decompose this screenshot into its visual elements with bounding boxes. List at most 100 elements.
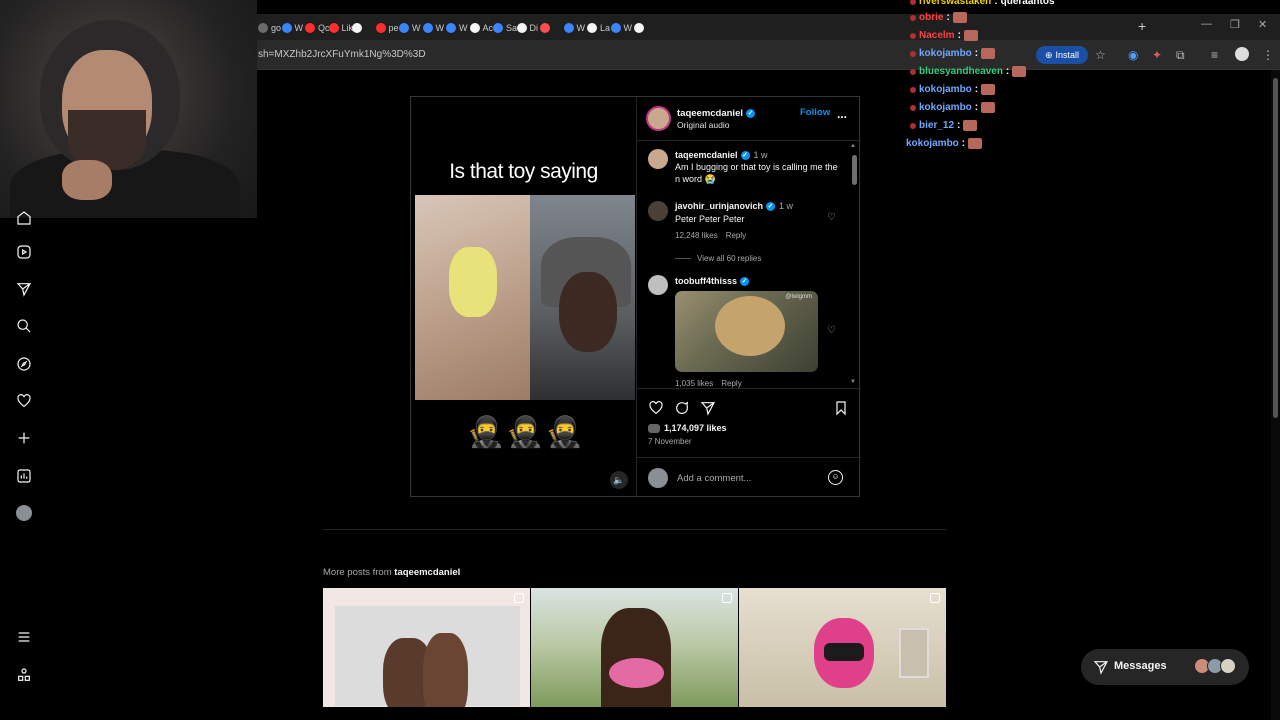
home-icon-partial[interactable]	[16, 210, 32, 226]
extension-red-icon[interactable]: ✦	[1152, 48, 1162, 62]
chat-badge-icon	[910, 0, 916, 5]
reel-video[interactable]: Is that toy saying 🥷🥷🥷 🔈	[411, 97, 636, 496]
browser-tab[interactable]: Lik	[328, 17, 353, 39]
page-scrollbar[interactable]	[1271, 70, 1280, 720]
chat-emote-icon	[981, 84, 996, 95]
tab-label: pe	[388, 23, 399, 33]
tab-favicon-icon	[540, 23, 550, 33]
like-heart-icon[interactable]	[648, 400, 664, 416]
scroll-thumb[interactable]	[852, 155, 857, 185]
browser-tab[interactable]: W	[399, 17, 421, 39]
view-replies-button[interactable]: View all 60 replies	[675, 254, 761, 263]
author-avatar[interactable]	[646, 106, 671, 131]
menu-icon[interactable]	[16, 629, 32, 645]
more-posts-author[interactable]: taqeemcdaniel	[394, 567, 460, 578]
browser-tab[interactable]: Qc	[305, 17, 330, 39]
comments-list[interactable]: taqeemcdaniel ✓ 1 w Am I bugging or that t…	[637, 142, 861, 389]
messages-button[interactable]: Messages	[1081, 649, 1249, 685]
extensions-puzzle-icon[interactable]: ⧉	[1176, 48, 1185, 63]
chat-emote-icon	[968, 138, 983, 149]
address-bar-url[interactable]: sh=MXZhb2JrcXFuYmk1Ng%3D%3D	[258, 49, 426, 60]
browser-tab[interactable]: W	[422, 17, 444, 39]
more-post-thumbnail[interactable]	[323, 588, 530, 707]
chat-separator: :	[974, 84, 979, 95]
chat-emote-icon	[963, 120, 978, 131]
tab-label: W	[459, 23, 468, 33]
like-count[interactable]: 1,174,097 likes	[648, 423, 727, 433]
chat-badge-icon	[910, 68, 916, 75]
comment-username[interactable]: javohir_urinjanovich ✓ 1 w	[675, 201, 793, 212]
tab-favicon-icon	[563, 23, 574, 33]
comment-avatar[interactable]	[648, 149, 668, 169]
scroll-down-icon[interactable]: ▼	[850, 379, 856, 385]
media-controls-icon[interactable]: ≡	[1211, 48, 1218, 62]
profile-avatar[interactable]	[16, 505, 32, 521]
tab-favicon-icon	[516, 23, 527, 33]
close-window-button[interactable]: ✕	[1258, 18, 1267, 31]
more-post-thumbnail[interactable]	[531, 588, 738, 707]
insights-icon[interactable]	[16, 468, 32, 484]
browser-tab[interactable]: W	[281, 17, 303, 39]
browser-tab[interactable]: W	[563, 17, 585, 39]
bookmark-star-icon[interactable]: ☆	[1095, 48, 1106, 62]
like-count-text: 1,174,097 likes	[664, 423, 727, 433]
comments-scrollbar[interactable]: ▲ ▼	[850, 143, 859, 387]
comment-avatar[interactable]	[648, 275, 668, 295]
new-tab-button[interactable]: +	[1138, 18, 1146, 34]
comment-username[interactable]: toobuff4thisss ✓	[675, 276, 749, 287]
audio-icon[interactable]: ◉	[1128, 48, 1138, 62]
follow-button[interactable]: Follow	[800, 107, 830, 118]
browser-tab[interactable]: La	[587, 17, 610, 39]
more-options-icon[interactable]: ...	[837, 107, 847, 121]
explore-icon[interactable]	[16, 356, 32, 372]
share-send-icon[interactable]	[700, 400, 716, 416]
mute-toggle-icon[interactable]: 🔈	[610, 471, 628, 489]
emoji-picker-icon[interactable]: ☺	[828, 470, 843, 485]
reply-button[interactable]: Reply	[721, 379, 741, 388]
scroll-up-icon[interactable]: ▲	[850, 143, 856, 149]
add-comment-input[interactable]: Add a comment...	[677, 473, 751, 484]
original-audio-link[interactable]: Original audio	[677, 120, 729, 130]
browser-tab[interactable]: go	[258, 17, 281, 39]
comment-text: Peter Peter Peter	[675, 214, 745, 224]
more-post-thumbnail[interactable]	[739, 588, 946, 707]
comment-bubble-icon[interactable]	[674, 400, 690, 416]
browser-tab[interactable]: W	[610, 17, 632, 39]
comment-gif[interactable]: @twigmm	[675, 291, 818, 372]
browser-tab[interactable]	[352, 17, 365, 39]
comment-likes[interactable]: 1,035 likes	[675, 379, 713, 388]
direct-icon[interactable]	[16, 281, 32, 297]
comment-username[interactable]: taqeemcdaniel ✓ 1 w	[675, 150, 768, 161]
page-scroll-thumb[interactable]	[1273, 78, 1278, 418]
browser-tab[interactable]: W	[446, 17, 468, 39]
browser-tab[interactable]: Ac	[469, 17, 493, 39]
browser-tab[interactable]: Di	[516, 17, 538, 39]
minimize-button[interactable]: —	[1201, 18, 1212, 30]
chat-separator: :	[1005, 66, 1010, 77]
browser-tab[interactable]	[634, 17, 647, 39]
chat-badge-icon	[910, 14, 916, 21]
liker-avatars	[648, 423, 660, 433]
comment-likes[interactable]: 12,248 likes	[675, 231, 718, 240]
heart-icon[interactable]	[16, 393, 32, 409]
tab-favicon-icon	[469, 23, 480, 33]
stream-chat-overlay: riverswastaken: queraantos obrie: Nacelm: ko…	[906, 0, 1086, 160]
chat-message: obrie:	[910, 12, 967, 23]
comment-like-heart-icon[interactable]: ♡	[827, 212, 836, 223]
threads-apps-icon[interactable]	[16, 667, 32, 683]
create-icon[interactable]	[16, 430, 32, 446]
browser-tab[interactable]	[540, 17, 553, 39]
comment-like-heart-icon[interactable]: ♡	[827, 325, 836, 336]
maximize-button[interactable]: ❐	[1230, 18, 1240, 31]
reels-icon[interactable]	[16, 244, 32, 260]
profile-avatar-icon[interactable]	[1235, 47, 1249, 61]
chat-message: kokojambo:	[910, 102, 996, 113]
browser-tab[interactable]: Sa	[493, 17, 517, 39]
browser-menu-icon[interactable]: ⋮	[1262, 48, 1274, 62]
browser-tab[interactable]: pe	[375, 17, 399, 39]
comment-avatar[interactable]	[648, 201, 668, 221]
save-bookmark-icon[interactable]	[833, 400, 849, 416]
search-icon[interactable]	[16, 318, 32, 334]
reply-button[interactable]: Reply	[726, 231, 746, 240]
author-username[interactable]: taqeemcdaniel ✓	[677, 108, 755, 119]
